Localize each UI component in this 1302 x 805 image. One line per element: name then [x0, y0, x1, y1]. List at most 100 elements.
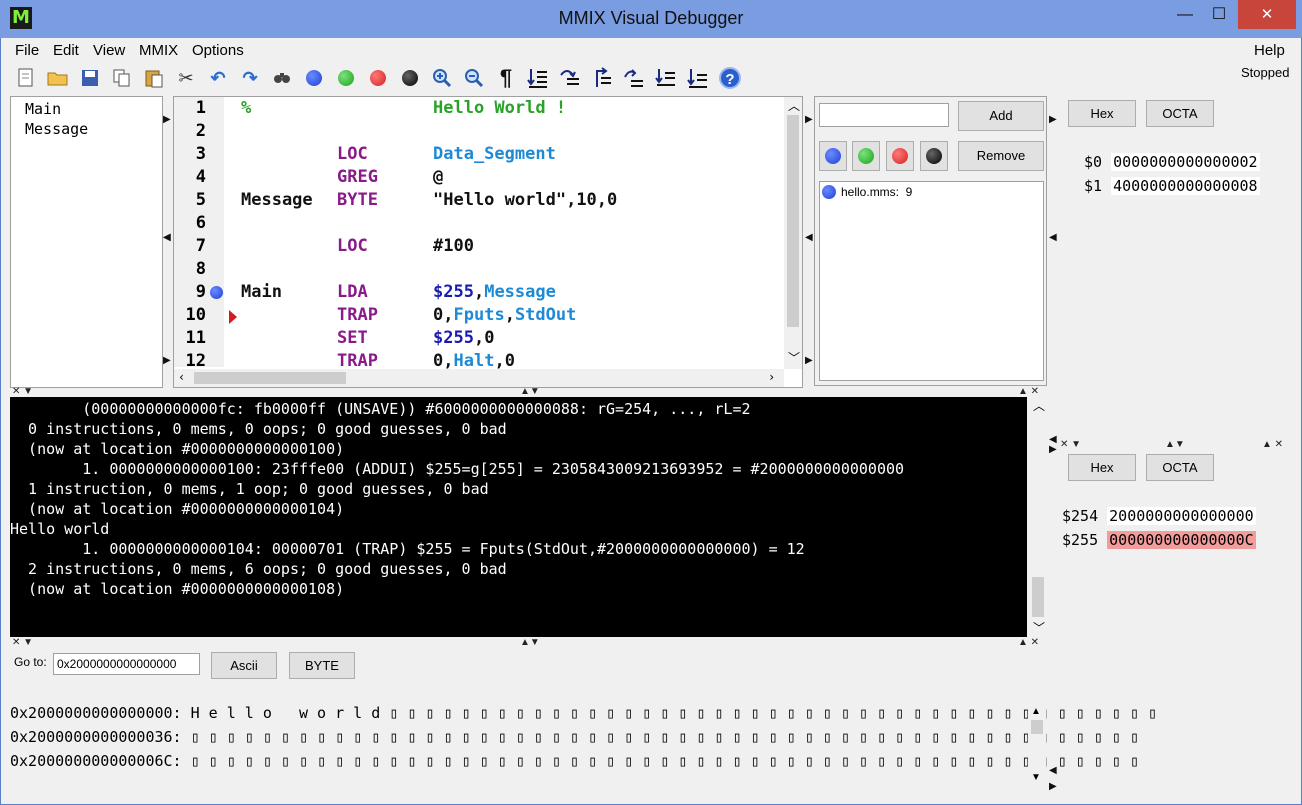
source-line[interactable]: 5 Message BYTE "Hello world",10,0: [174, 190, 784, 213]
help-icon[interactable]: ?: [715, 64, 745, 92]
source-editor[interactable]: 1% Hello World ! 2 3 LOC Data_Segment 4 GREG @5 M…: [173, 96, 803, 388]
octa-button[interactable]: OCTA: [1146, 454, 1214, 481]
undo-icon[interactable]: ↶: [203, 64, 233, 92]
bp-right-arrow-icon[interactable]: ▶: [1049, 114, 1057, 125]
scroll-down-icon[interactable]: ﹀: [1033, 619, 1045, 636]
vertical-scroll-thumb[interactable]: [787, 115, 799, 327]
step-icon[interactable]: [523, 64, 553, 92]
source-line[interactable]: 7 LOC #100: [174, 236, 784, 259]
splitter-handle-icon[interactable]: ▲▼: [1165, 439, 1185, 450]
scroll-right-icon[interactable]: ›: [768, 370, 775, 384]
splitter-handle-icon[interactable]: ▲ ✕: [1262, 439, 1283, 450]
find-icon[interactable]: [267, 64, 297, 92]
symbol-item-main[interactable]: Main: [25, 99, 162, 119]
hex-button[interactable]: Hex: [1068, 100, 1136, 127]
cut-icon[interactable]: ✂: [171, 64, 201, 92]
line-number[interactable]: 9: [174, 282, 206, 302]
line-number[interactable]: 11: [174, 328, 206, 348]
memory-scroll-thumb[interactable]: [1031, 720, 1043, 734]
step-over-icon[interactable]: [555, 64, 585, 92]
black-breakpoint-icon[interactable]: [395, 64, 425, 92]
collapse-right-arrow-icon[interactable]: ▶: [163, 114, 171, 125]
splitter-handle-icon[interactable]: ✕ ▼: [1060, 439, 1081, 450]
line-number[interactable]: 6: [174, 213, 206, 233]
panel-right-arrow-icon[interactable]: ▶: [1049, 444, 1057, 455]
collapse-right-arrow-icon[interactable]: ▶: [163, 355, 171, 366]
source-line[interactable]: 10 TRAP 0,Fputs,StdOut: [174, 305, 784, 328]
copy-icon[interactable]: [107, 64, 137, 92]
byte-button[interactable]: BYTE: [289, 652, 355, 679]
menu-edit[interactable]: Edit: [53, 42, 79, 59]
vertical-scrollbar[interactable]: ︿ ﹀: [784, 97, 802, 369]
octa-button[interactable]: OCTA: [1146, 100, 1214, 127]
splitter-handle-icon[interactable]: ▲▼: [520, 637, 540, 648]
source-line[interactable]: 3 LOC Data_Segment: [174, 144, 784, 167]
line-number[interactable]: 4: [174, 167, 206, 187]
green-breakpoint-icon[interactable]: [331, 64, 361, 92]
symbol-item-message[interactable]: Message: [25, 119, 162, 139]
bp-left-arrow-icon[interactable]: ◀: [1049, 232, 1057, 243]
register-value[interactable]: 4000000000000008: [1111, 177, 1260, 195]
memory-left-arrow-icon[interactable]: ◀: [1049, 765, 1057, 776]
console-output[interactable]: (00000000000000fc: fb0000ff (UNSAVE)) #6…: [10, 397, 1027, 637]
close-button[interactable]: ✕: [1238, 0, 1296, 29]
line-number[interactable]: 2: [174, 121, 206, 141]
line-number[interactable]: 12: [174, 351, 206, 371]
green-breakpoint-button[interactable]: [852, 141, 880, 171]
register-value[interactable]: 2000000000000000: [1107, 507, 1256, 525]
blue-breakpoint-button[interactable]: [819, 141, 847, 171]
source-line[interactable]: 2: [174, 121, 784, 144]
zoom-in-icon[interactable]: [427, 64, 457, 92]
list-item[interactable]: hello.mms: 9: [822, 185, 912, 199]
splitter-handle-icon[interactable]: ▲ ✕: [1018, 637, 1039, 648]
register-value-highlighted[interactable]: 000000000000000C: [1107, 531, 1256, 549]
splitter-handle-icon[interactable]: ▲ ✕: [1018, 386, 1039, 397]
source-left-arrow-icon[interactable]: ◀: [163, 232, 171, 243]
hex-button[interactable]: Hex: [1068, 454, 1136, 481]
red-breakpoint-icon[interactable]: [363, 64, 393, 92]
source-line[interactable]: 11 SET $255,0: [174, 328, 784, 351]
scroll-left-icon[interactable]: ‹: [178, 370, 185, 384]
menu-mmix[interactable]: MMIX: [139, 42, 178, 59]
paste-icon[interactable]: [139, 64, 169, 92]
continue-icon[interactable]: [683, 64, 713, 92]
console-scroll-thumb[interactable]: [1032, 577, 1044, 617]
new-file-icon[interactable]: [11, 64, 41, 92]
remove-breakpoint-button[interactable]: Remove: [958, 141, 1044, 171]
source-left-arrow-icon[interactable]: ◀: [805, 232, 813, 243]
scroll-up-icon[interactable]: ︿: [1033, 397, 1045, 414]
goto-address-input[interactable]: [53, 653, 200, 675]
maximize-button[interactable]: ☐: [1200, 0, 1238, 29]
step-out-icon[interactable]: [587, 64, 617, 92]
line-number[interactable]: 8: [174, 259, 206, 279]
black-breakpoint-button[interactable]: [920, 141, 948, 171]
source-line[interactable]: 8: [174, 259, 784, 282]
line-number[interactable]: 1: [174, 98, 206, 118]
splitter-handle-icon[interactable]: ▲▼: [520, 386, 540, 397]
breakpoint-marker-icon[interactable]: [210, 286, 223, 299]
source-line[interactable]: 6: [174, 213, 784, 236]
save-icon[interactable]: [75, 64, 105, 92]
horizontal-scroll-thumb[interactable]: [194, 372, 346, 384]
red-breakpoint-button[interactable]: [886, 141, 914, 171]
horizontal-scrollbar[interactable]: ‹ ›: [174, 369, 784, 387]
source-right-arrow-icon[interactable]: ▶: [805, 114, 813, 125]
scroll-down-icon[interactable]: ﹀: [788, 349, 800, 366]
console-scrollbar[interactable]: ︿ ﹀: [1029, 397, 1047, 637]
line-number[interactable]: 7: [174, 236, 206, 256]
line-number[interactable]: 5: [174, 190, 206, 210]
menu-file[interactable]: File: [15, 42, 39, 59]
line-number[interactable]: 10: [174, 305, 206, 325]
redo-icon[interactable]: ↷: [235, 64, 265, 92]
register-value[interactable]: 0000000000000002: [1111, 153, 1260, 171]
source-right-arrow-icon[interactable]: ▶: [805, 355, 813, 366]
source-line[interactable]: 1% Hello World !: [174, 98, 784, 121]
menu-help[interactable]: Help: [1254, 42, 1285, 59]
step-back-icon[interactable]: [651, 64, 681, 92]
open-folder-icon[interactable]: [43, 64, 73, 92]
source-line[interactable]: 4 GREG @: [174, 167, 784, 190]
source-line[interactable]: 9 Main LDA $255,Message: [174, 282, 784, 305]
zoom-out-icon[interactable]: [459, 64, 489, 92]
breakpoint-input[interactable]: [819, 103, 949, 127]
minimize-button[interactable]: —: [1166, 0, 1204, 29]
